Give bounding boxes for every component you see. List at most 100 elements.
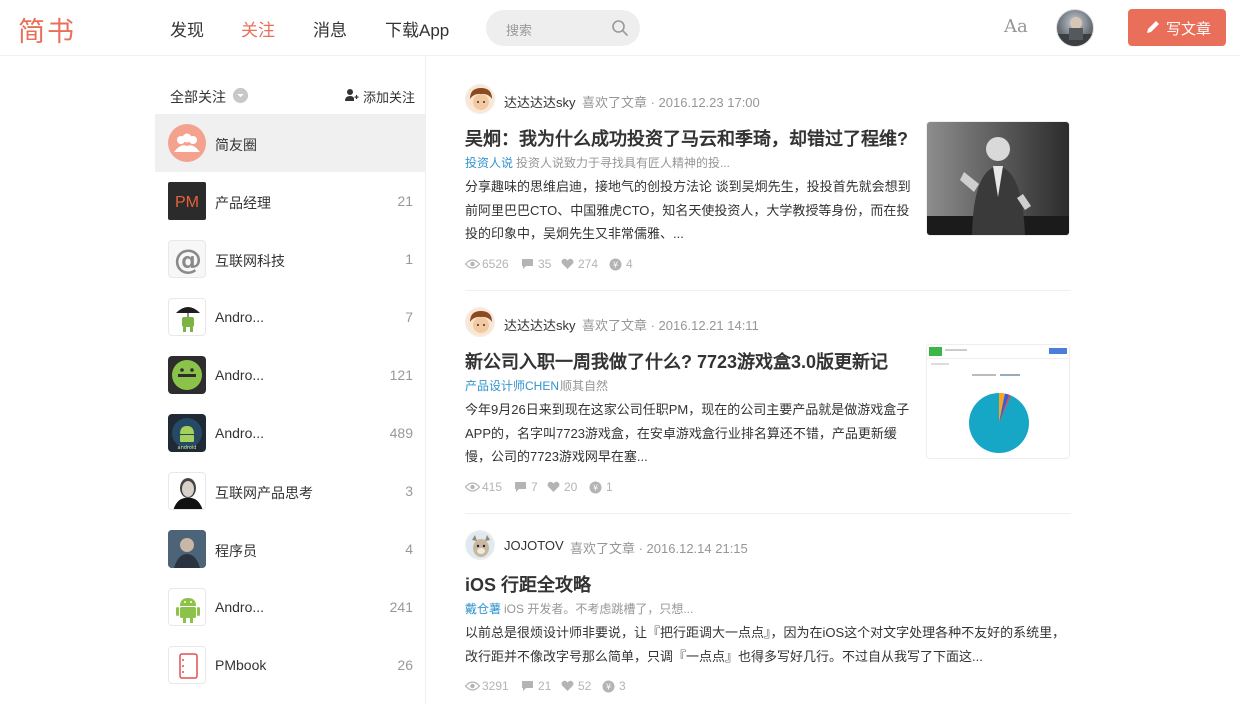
- comments-count: 21: [538, 679, 552, 693]
- user-avatar[interactable]: [1056, 9, 1094, 47]
- article-card[interactable]: 达达达达sky 喜欢了文章 · 2016.12.21 14:11 新公司入职一周…: [465, 307, 1071, 527]
- sidebar-item-android-1[interactable]: Andro... 7: [155, 288, 426, 346]
- add-follow-label: 添加关注: [362, 90, 415, 105]
- sidebar-item-label: Andro...: [215, 425, 265, 441]
- svg-text:PM: PM: [175, 194, 199, 211]
- following-sidebar: 全部关注 添加关注 简友圈 PM 产品经理 21 @ 互联网科技 1 Andro…: [155, 56, 426, 704]
- svg-text:android: android: [178, 445, 197, 451]
- author-avatar[interactable]: [465, 84, 495, 114]
- rewards-count: 4: [626, 257, 633, 271]
- nav-download-app[interactable]: 下载App: [385, 16, 449, 41]
- jianshu-logo[interactable]: 简书: [18, 10, 76, 49]
- font-size-toggle[interactable]: Aa: [1004, 16, 1028, 37]
- sidebar-item-count: 1: [405, 251, 413, 267]
- android-badge-logo: android: [168, 414, 206, 452]
- friends-group-icon: [168, 124, 206, 162]
- sidebar-item-label: PMbook: [215, 657, 267, 673]
- write-article-button[interactable]: 写文章: [1128, 9, 1226, 46]
- article-card[interactable]: 达达达达sky 喜欢了文章 · 2016.12.23 17:00 吴炯：我为什么…: [465, 84, 1071, 304]
- sidebar-item-label: Andro...: [215, 309, 265, 325]
- comment-icon: [515, 482, 526, 492]
- user-avatar-image: [1057, 17, 1093, 46]
- author-avatar[interactable]: [465, 530, 495, 560]
- eye-icon: [465, 681, 480, 691]
- collection-link[interactable]: 产品设计师CHEN: [465, 377, 559, 394]
- nav-discover[interactable]: 发现: [170, 16, 204, 41]
- android-umbrella-logo: [168, 298, 206, 336]
- article-divider: [465, 290, 1071, 291]
- sidebar-item-label: 产品经理: [215, 195, 271, 211]
- sidebar-item-friends-circle[interactable]: 简友圈: [155, 114, 426, 172]
- add-user-icon: [344, 89, 359, 101]
- sidebar-item-programmer[interactable]: 程序员 4: [155, 520, 426, 578]
- sidebar-item-count: 3: [405, 483, 413, 499]
- nav-following[interactable]: 关注: [241, 16, 275, 41]
- author-name[interactable]: 达达达达sky: [504, 92, 576, 111]
- author-avatar[interactable]: [465, 307, 495, 337]
- sidebar-item-internet-tech[interactable]: @ 互联网科技 1: [155, 230, 426, 288]
- article-title[interactable]: 吴炯：我为什么成功投资了马云和季琦，却错过了程维?: [465, 125, 908, 151]
- sidebar-item-android-2[interactable]: Andro... 121: [155, 346, 426, 404]
- sidebar-item-label: 简友圈: [215, 137, 257, 153]
- sidebar-item-label: Andro...: [215, 367, 265, 383]
- top-navbar: 简书 发现 关注 消息 下载App 搜索 Aa 写文章: [0, 0, 1240, 56]
- sidebar-item-pmbook[interactable]: PMbook 26: [155, 636, 426, 694]
- search-icon[interactable]: [611, 19, 629, 37]
- sidebar-item-count: 241: [389, 599, 413, 615]
- sidebar-item-android-3[interactable]: android Andro... 489: [155, 404, 426, 462]
- at-sign-logo: @: [168, 240, 206, 278]
- article-title[interactable]: iOS 行距全攻略: [465, 571, 591, 597]
- svg-text:@: @: [174, 243, 202, 276]
- nav-messages[interactable]: 消息: [313, 16, 347, 41]
- speaker-photo: [927, 122, 1069, 235]
- views-count: 3291: [482, 679, 509, 693]
- article-divider: [465, 513, 1071, 514]
- collection-description: 投资人说致力于寻找具有匠人精神的投...: [516, 156, 731, 170]
- all-following-dropdown[interactable]: 全部关注: [170, 87, 226, 107]
- eye-icon: [465, 482, 480, 492]
- sidebar-item-label: 互联网科技: [215, 253, 285, 269]
- sidebar-item-count: 4: [405, 541, 413, 557]
- article-abstract: 以前总是很烦设计师非要说，让『把行距调大一点点』，因为在iOS这个对文字处理各种…: [465, 625, 1066, 664]
- collection-link[interactable]: 戴仓薯: [465, 600, 501, 617]
- reward-coin-icon: ¥: [609, 258, 622, 271]
- programmer-photo: [168, 530, 206, 568]
- search-input[interactable]: 搜索: [486, 10, 640, 46]
- article-cover-image[interactable]: [926, 121, 1070, 236]
- comment-icon: [522, 681, 533, 691]
- sidebar-item-count: 489: [389, 425, 413, 441]
- activity-meta: 喜欢了文章 · 2016.12.21 14:11: [582, 318, 759, 333]
- rewards-count: 1: [606, 480, 613, 494]
- svg-text:¥: ¥: [613, 261, 618, 270]
- chevron-down-icon[interactable]: [233, 88, 248, 103]
- android-robot-logo: [168, 356, 206, 394]
- article-card[interactable]: JOJOTOV 喜欢了文章 · 2016.12.14 21:15 iOS 行距全…: [465, 530, 1071, 704]
- sidebar-header: 全部关注 添加关注: [155, 56, 426, 114]
- article-cover-image[interactable]: [926, 344, 1070, 459]
- views-count: 6526: [482, 257, 509, 271]
- sidebar-item-count: 21: [397, 193, 413, 209]
- reward-coin-icon: ¥: [602, 680, 615, 693]
- collection-link[interactable]: 投资人说: [465, 154, 513, 171]
- add-follow-link[interactable]: 添加关注: [344, 87, 415, 106]
- sidebar-item-product-thinking[interactable]: 互联网产品思考 3: [155, 462, 426, 520]
- article-title[interactable]: 新公司入职一周我做了什么? 7723游戏盒3.0版更新记: [465, 348, 888, 374]
- heart-icon: [547, 481, 560, 492]
- author-name[interactable]: 达达达达sky: [504, 315, 576, 334]
- sidebar-item-count: 7: [405, 309, 413, 325]
- pen-icon: [1147, 21, 1159, 33]
- sidebar-item-label: 互联网产品思考: [215, 485, 313, 501]
- sidebar-item-product-manager[interactable]: PM 产品经理 21: [155, 172, 426, 230]
- likes-count: 20: [564, 480, 578, 494]
- author-name[interactable]: JOJOTOV: [504, 538, 564, 553]
- article-feed: 达达达达sky 喜欢了文章 · 2016.12.23 17:00 吴炯：我为什么…: [465, 56, 1071, 704]
- sidebar-item-android-4[interactable]: Andro... 241: [155, 578, 426, 636]
- comments-count: 35: [538, 257, 552, 271]
- rewards-count: 3: [619, 679, 626, 693]
- comments-count: 7: [531, 480, 538, 494]
- collection-description: 顺其自然: [560, 379, 609, 393]
- comment-icon: [522, 259, 533, 269]
- eye-icon: [465, 259, 480, 269]
- search-placeholder: 搜索: [506, 23, 533, 38]
- activity-meta: 喜欢了文章 · 2016.12.23 17:00: [582, 95, 760, 110]
